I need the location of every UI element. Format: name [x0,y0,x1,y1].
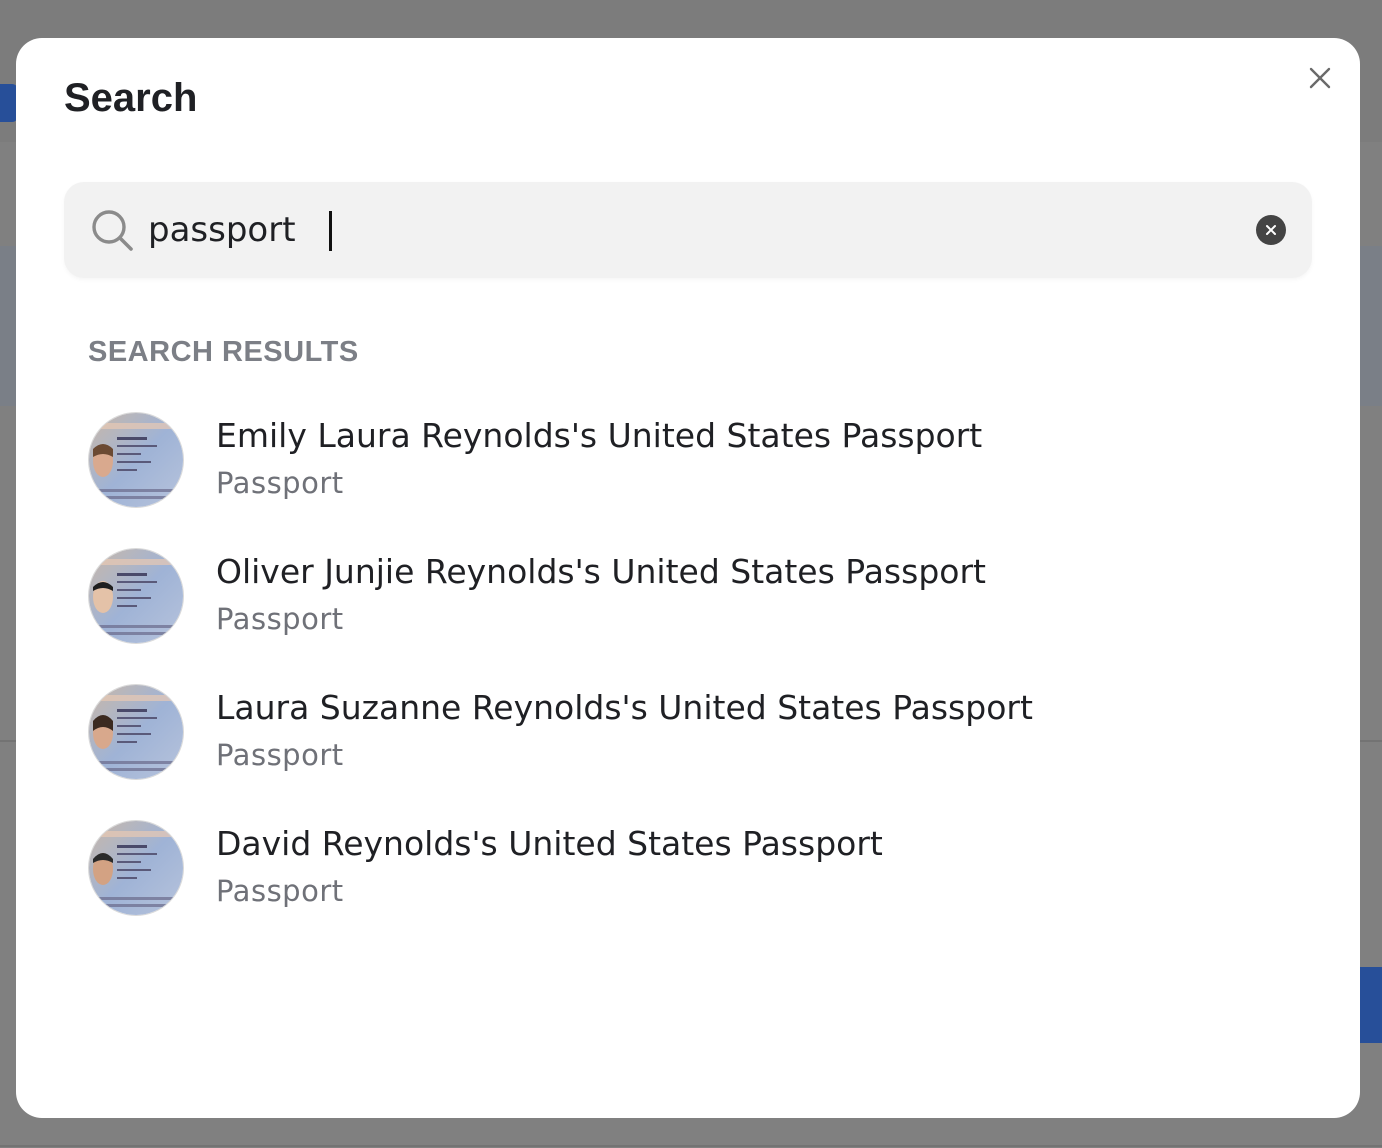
search-result-item[interactable]: Oliver Junjie Reynolds's United States P… [88,548,1288,648]
result-title: Emily Laura Reynolds's United States Pas… [216,416,983,455]
passport-thumbnail [88,684,184,780]
result-subtitle: Passport [216,602,344,636]
search-results-label: SEARCH RESULTS [88,336,359,368]
clear-icon [1266,225,1276,235]
background-divider-bottom [0,1145,1382,1147]
search-result-item[interactable]: David Reynolds's United States Passport … [88,820,1288,920]
result-subtitle: Passport [216,466,344,500]
search-result-item[interactable]: Emily Laura Reynolds's United States Pas… [88,412,1288,512]
passport-thumbnail [88,548,184,644]
result-title: Laura Suzanne Reynolds's United States P… [216,688,1033,727]
result-subtitle: Passport [216,874,344,908]
passport-thumbnail [88,820,184,916]
result-title: Oliver Junjie Reynolds's United States P… [216,552,986,591]
text-caret [329,211,332,251]
passport-thumbnail [88,412,184,508]
close-icon [1309,67,1331,89]
modal-title: Search [64,76,198,120]
result-title: David Reynolds's United States Passport [216,824,883,863]
search-icon [92,210,133,251]
search-modal: Search SEARCH RESULTS [16,38,1360,1118]
search-result-item[interactable]: Laura Suzanne Reynolds's United States P… [88,684,1288,784]
clear-search-button[interactable] [1256,215,1286,245]
result-subtitle: Passport [216,738,344,772]
search-box [64,182,1312,278]
close-button[interactable] [1304,62,1336,94]
search-input[interactable] [148,204,1228,256]
